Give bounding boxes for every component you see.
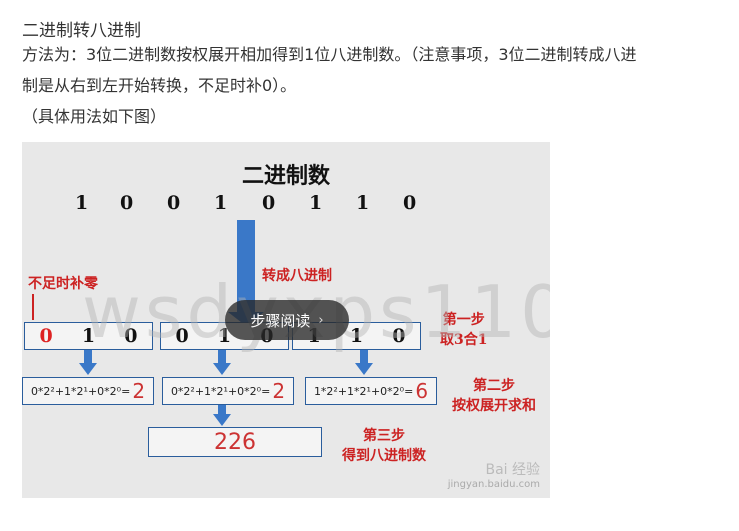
paragraph-note: （具体用法如下图） <box>22 107 167 126</box>
bit: 0 <box>167 192 181 214</box>
formula-value: 6 <box>415 379 429 403</box>
step3-title: 第三步 <box>363 428 405 444</box>
padded-bit: 0 <box>39 325 53 347</box>
step2-label: 第二步 按权展开求和 <box>452 376 536 416</box>
baidu-watermark: Bai 经验 jingyan.baidu.com <box>448 459 540 490</box>
bit: 1 <box>75 192 89 214</box>
baidu-url: jingyan.baidu.com <box>447 479 540 490</box>
figure-title: 二进制数 <box>241 163 330 189</box>
formula-value: 2 <box>132 379 146 403</box>
formula-box: 1*2²+1*2¹+0*2⁰= 6 <box>305 377 437 405</box>
bit: 1 <box>309 192 323 214</box>
chevron-right-icon: › <box>318 312 324 328</box>
bit: 0 <box>120 192 134 214</box>
article-title: 二进制转八进制 <box>22 21 141 41</box>
bit: 0 <box>262 192 276 214</box>
formula-box: 0*2²+1*2¹+0*2⁰= 2 <box>162 377 294 405</box>
step2-desc: 按权展开求和 <box>452 398 536 414</box>
step-reading-label: 步骤阅读 <box>250 311 311 330</box>
bit: 0 <box>403 192 417 214</box>
formula-expr: 0*2²+1*2¹+0*2⁰= <box>170 384 271 398</box>
formula-expr: 0*2²+1*2¹+0*2⁰= <box>30 384 131 398</box>
baidu-logo-text: Bai 经验 <box>485 462 540 478</box>
paragraph-line1: 方法为：3位二进制数按权展开相加得到1位八进制数。（注意事项，3位二进制转成八进 <box>22 45 637 64</box>
step-reading-button[interactable]: 步骤阅读 › <box>225 300 349 340</box>
step2-title: 第二步 <box>473 378 515 394</box>
arrow-head <box>355 363 373 375</box>
formula-value: 2 <box>272 379 286 403</box>
formula-expr: 1*2²+1*2¹+0*2⁰= <box>313 384 414 398</box>
formula-box: 0*2²+1*2¹+0*2⁰= 2 <box>22 377 154 405</box>
pad-pointer <box>32 294 34 320</box>
step3-label: 第三步 得到八进制数 <box>342 426 426 466</box>
step3-desc: 得到八进制数 <box>342 448 426 464</box>
bit: 1 <box>214 192 228 214</box>
bit: 1 <box>356 192 370 214</box>
arrow-head <box>213 414 231 426</box>
paragraph-line2: 制是从右到左开始转换，不足时补0）。 <box>22 76 297 95</box>
result-box: 226 <box>148 427 322 457</box>
arrow-head <box>79 363 97 375</box>
arrow-head <box>213 363 231 375</box>
